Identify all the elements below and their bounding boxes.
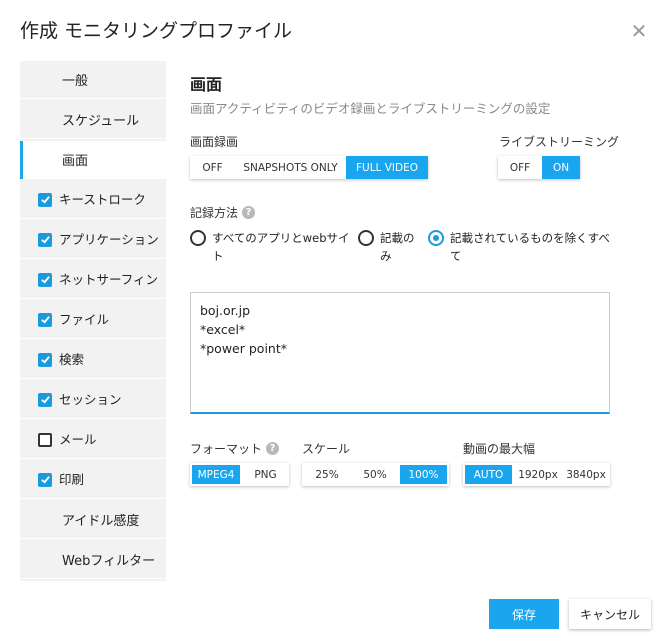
scale-label: スケール: [302, 442, 351, 456]
sidebar-item-label: ネットサーフィン: [59, 272, 159, 287]
method-option-listed-only[interactable]: 記載のみ: [358, 229, 428, 265]
streaming-option-on[interactable]: ON: [542, 156, 580, 179]
cancel-button[interactable]: キャンセル: [569, 599, 651, 629]
max-width-toggle: AUTO 1920px 3840px: [463, 463, 610, 486]
list-line: boj.or.jp: [200, 303, 251, 318]
save-button[interactable]: 保存: [489, 599, 559, 629]
method-label: 記録方法 ?: [190, 204, 256, 221]
recording-option-off[interactable]: OFF: [190, 156, 235, 179]
sidebar-item-general[interactable]: 一般: [20, 61, 166, 99]
radio-selected-icon: [428, 230, 444, 246]
checkbox-checked-icon[interactable]: [38, 312, 52, 327]
method-option-line: すべてのアプリとwebサイ: [212, 231, 350, 245]
method-option-line: ト: [212, 249, 224, 263]
method-label-text: 記録方法: [190, 206, 239, 220]
recording-label: 画面録画: [190, 135, 239, 149]
scale-toggle: 25% 50% 100%: [302, 463, 449, 486]
max-width-option-1920[interactable]: 1920px: [514, 463, 562, 486]
streaming-toggle: OFF ON: [498, 156, 580, 179]
max-width-label: 動画の最大幅: [463, 442, 536, 456]
list-line: *power point*: [200, 341, 287, 356]
recording-option-full-video[interactable]: FULL VIDEO: [346, 156, 428, 179]
dialog-title: 作成 モニタリングプロファイル: [20, 20, 293, 42]
format-option-png[interactable]: PNG: [242, 463, 289, 486]
sidebar-item-label: 画面: [62, 154, 89, 169]
checkbox-checked-icon[interactable]: [38, 472, 52, 487]
sidebar-item-keystroke[interactable]: キーストローク: [20, 181, 166, 219]
format-label: フォーマット ?: [190, 440, 280, 457]
sidebar-item-label: アイドル感度: [62, 514, 140, 529]
streaming-label: ライブストリーミング: [499, 135, 620, 149]
sidebar-item-label: Webフィルター: [62, 554, 156, 569]
section-title: 画面: [190, 75, 223, 94]
close-icon[interactable]: ✕: [628, 20, 650, 42]
sidebar-item-label: セッション: [59, 392, 122, 407]
sidebar: 一般 スケジュール 画面 キーストローク アプリケーション ネットサーフィン フ…: [20, 61, 166, 581]
recording-option-snapshots-only[interactable]: SNAPSHOTS ONLY: [235, 156, 346, 179]
sidebar-item-label: 印刷: [59, 472, 85, 487]
sidebar-item-label: キーストローク: [59, 192, 146, 207]
sidebar-item-files[interactable]: ファイル: [20, 301, 166, 339]
sidebar-item-schedule[interactable]: スケジュール: [20, 101, 166, 139]
streaming-option-off[interactable]: OFF: [498, 156, 542, 179]
method-option-line: 記載されているものを除くすべ: [450, 231, 610, 245]
sidebar-item-sessions[interactable]: セッション: [20, 381, 166, 419]
sidebar-item-label: アプリケーション: [59, 232, 159, 247]
checkbox-checked-icon[interactable]: [38, 352, 52, 367]
help-icon[interactable]: ?: [242, 206, 256, 219]
sidebar-item-label: スケジュール: [62, 114, 140, 129]
sidebar-item-web-filter[interactable]: Webフィルター: [20, 541, 166, 579]
sidebar-item-label: メール: [59, 432, 97, 447]
max-width-option-3840[interactable]: 3840px: [562, 463, 610, 486]
sidebar-item-printing[interactable]: 印刷: [20, 461, 166, 499]
checkbox-unchecked-icon[interactable]: [38, 432, 52, 447]
checkbox-checked-icon[interactable]: [38, 232, 52, 247]
section-description: 画面アクティビティのビデオ録画とライブストリーミングの設定: [190, 101, 551, 116]
sidebar-item-web-surfing[interactable]: ネットサーフィン: [20, 261, 166, 299]
sidebar-item-email[interactable]: メール: [20, 421, 166, 459]
checkbox-checked-icon[interactable]: [38, 272, 52, 287]
sidebar-item-applications[interactable]: アプリケーション: [20, 221, 166, 259]
scale-option-50[interactable]: 50%: [352, 463, 398, 486]
format-option-mpeg4[interactable]: MPEG4: [192, 465, 240, 484]
method-option-line: 記載の: [380, 231, 415, 245]
sidebar-item-screen[interactable]: 画面: [20, 141, 166, 179]
radio-unselected-icon: [190, 230, 206, 246]
method-option-line: て: [450, 249, 462, 263]
list-line: *excel*: [200, 322, 246, 337]
sidebar-item-label: 検索: [59, 352, 85, 367]
checkbox-checked-icon[interactable]: [38, 192, 52, 207]
scale-option-25[interactable]: 25%: [302, 463, 352, 486]
scale-option-100[interactable]: 100%: [400, 465, 447, 484]
sidebar-item-label: ファイル: [59, 312, 110, 327]
radio-unselected-icon: [358, 230, 374, 246]
sidebar-item-search[interactable]: 検索: [20, 341, 166, 379]
max-width-option-auto[interactable]: AUTO: [465, 465, 512, 484]
sidebar-item-idle-sensitivity[interactable]: アイドル感度: [20, 501, 166, 539]
sidebar-item-label: 一般: [62, 74, 89, 89]
format-toggle: MPEG4 PNG: [190, 463, 289, 486]
method-option-except-listed[interactable]: 記載されているものを除くすべて: [428, 229, 618, 265]
exclusion-list-textarea[interactable]: boj.or.jp *excel* *power point*: [190, 292, 610, 414]
help-icon[interactable]: ?: [266, 442, 280, 455]
format-label-text: フォーマット: [190, 442, 263, 456]
method-option-all[interactable]: すべてのアプリとwebサイト: [190, 229, 355, 265]
checkbox-checked-icon[interactable]: [38, 392, 52, 407]
method-option-line: み: [380, 249, 392, 263]
recording-toggle: OFF SNAPSHOTS ONLY FULL VIDEO: [190, 156, 428, 179]
